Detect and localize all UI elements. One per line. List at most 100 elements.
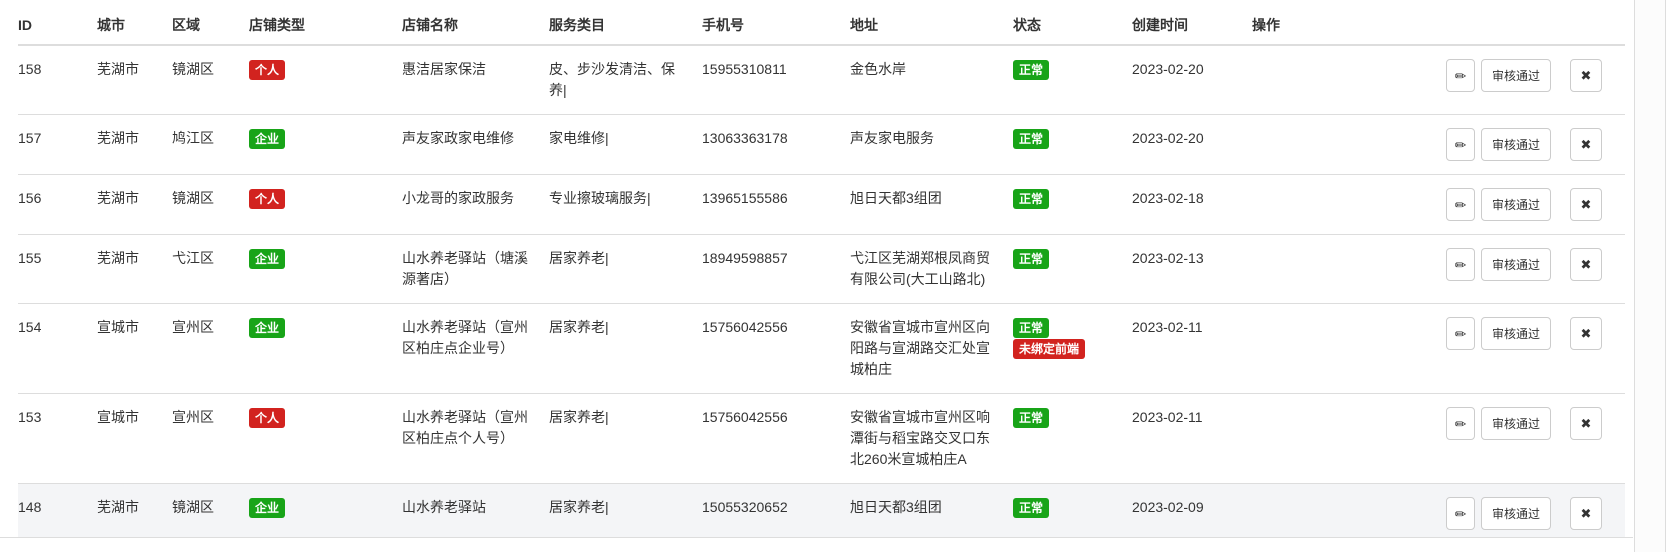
shop-type-badge: 企业 xyxy=(249,129,285,149)
cell-id: 155 xyxy=(18,235,97,304)
scrollbar-track[interactable] xyxy=(1634,0,1666,552)
cell-city: 宣城市 xyxy=(97,304,172,394)
cell-shop-type: 企业 xyxy=(249,484,402,539)
status-badge: 正常 xyxy=(1013,498,1049,518)
delete-button[interactable]: ✖ xyxy=(1570,407,1602,440)
delete-button[interactable]: ✖ xyxy=(1570,59,1602,92)
cell-shop-type: 企业 xyxy=(249,235,402,304)
cell-address: 安徽省宣城市宣州区响潭街与稻宝路交叉口东北260米宣城柏庄A xyxy=(850,394,1013,484)
cell-actions: ✏ 审核通过 ✖ xyxy=(1252,45,1625,115)
cell-shop-name: 山水养老驿站（宣州区柏庄点企业号） xyxy=(402,304,549,394)
col-header-shop-type: 店铺类型 xyxy=(249,0,402,45)
header-row: ID 城市 区域 店铺类型 店铺名称 服务类目 手机号 地址 状态 创建时间 操… xyxy=(18,0,1625,45)
status-badge: 正常 xyxy=(1013,129,1049,149)
approve-button[interactable]: 审核通过 xyxy=(1481,248,1551,281)
page: ID 城市 区域 店铺类型 店铺名称 服务类目 手机号 地址 状态 创建时间 操… xyxy=(0,0,1666,552)
cell-status: 正常未绑定前端 xyxy=(1013,304,1132,394)
cell-shop-name: 山水养老驿站 xyxy=(402,484,549,539)
edit-button[interactable]: ✏ xyxy=(1446,317,1475,350)
close-icon: ✖ xyxy=(1581,507,1592,520)
shop-type-badge: 企业 xyxy=(249,318,285,338)
pencil-icon: ✏ xyxy=(1455,327,1467,341)
col-header-service-category: 服务类目 xyxy=(549,0,702,45)
cell-status: 正常 xyxy=(1013,45,1132,115)
cell-shop-name: 惠洁居家保洁 xyxy=(402,45,549,115)
pencil-icon: ✏ xyxy=(1455,417,1467,431)
pencil-icon: ✏ xyxy=(1455,507,1467,521)
edit-button[interactable]: ✏ xyxy=(1446,188,1475,221)
cell-phone: 15055320652 xyxy=(702,484,850,539)
cell-service-category: 家电维修| xyxy=(549,115,702,175)
pencil-icon: ✏ xyxy=(1455,198,1467,212)
delete-button[interactable]: ✖ xyxy=(1570,317,1602,350)
approve-button[interactable]: 审核通过 xyxy=(1481,317,1551,350)
cell-actions: ✏ 审核通过 ✖ xyxy=(1252,115,1625,175)
cell-created: 2023-02-18 xyxy=(1132,175,1252,235)
cell-shop-name: 小龙哥的家政服务 xyxy=(402,175,549,235)
edit-button[interactable]: ✏ xyxy=(1446,128,1475,161)
edit-button[interactable]: ✏ xyxy=(1446,497,1475,530)
shop-type-badge: 企业 xyxy=(249,249,285,269)
cell-id: 158 xyxy=(18,45,97,115)
delete-button[interactable]: ✖ xyxy=(1570,497,1602,530)
col-header-status: 状态 xyxy=(1013,0,1132,45)
cell-shop-type: 个人 xyxy=(249,45,402,115)
col-header-city: 城市 xyxy=(97,0,172,45)
cell-service-category: 居家养老| xyxy=(549,235,702,304)
close-icon: ✖ xyxy=(1581,69,1592,82)
edit-button[interactable]: ✏ xyxy=(1446,248,1475,281)
cell-created: 2023-02-09 xyxy=(1132,484,1252,539)
table-row: 155 芜湖市 弋江区 企业 山水养老驿站（塘溪源著店） 居家养老| 18949… xyxy=(18,235,1625,304)
cell-district: 宣州区 xyxy=(172,304,249,394)
cell-status: 正常 xyxy=(1013,484,1132,539)
table-row: 156 芜湖市 镜湖区 个人 小龙哥的家政服务 专业擦玻璃服务| 1396515… xyxy=(18,175,1625,235)
cell-status: 正常 xyxy=(1013,175,1132,235)
cell-id: 153 xyxy=(18,394,97,484)
cell-phone: 15756042556 xyxy=(702,304,850,394)
edit-button[interactable]: ✏ xyxy=(1446,407,1475,440)
approve-button[interactable]: 审核通过 xyxy=(1481,188,1551,221)
table-row: 148 芜湖市 镜湖区 企业 山水养老驿站 居家养老| 15055320652 … xyxy=(18,484,1625,539)
edit-button[interactable]: ✏ xyxy=(1446,59,1475,92)
close-icon: ✖ xyxy=(1581,327,1592,340)
cell-phone: 18949598857 xyxy=(702,235,850,304)
approve-button[interactable]: 审核通过 xyxy=(1481,497,1551,530)
cell-city: 芜湖市 xyxy=(97,115,172,175)
cell-district: 镜湖区 xyxy=(172,175,249,235)
cell-shop-type: 个人 xyxy=(249,175,402,235)
status-badge: 正常 xyxy=(1013,60,1049,80)
cell-city: 芜湖市 xyxy=(97,484,172,539)
shop-type-badge: 个人 xyxy=(249,408,285,428)
cell-service-category: 居家养老| xyxy=(549,484,702,539)
cell-city: 芜湖市 xyxy=(97,175,172,235)
cell-created: 2023-02-20 xyxy=(1132,115,1252,175)
cell-service-category: 专业擦玻璃服务| xyxy=(549,175,702,235)
table-row: 154 宣城市 宣州区 企业 山水养老驿站（宣州区柏庄点企业号） 居家养老| 1… xyxy=(18,304,1625,394)
pencil-icon: ✏ xyxy=(1455,258,1467,272)
cell-city: 芜湖市 xyxy=(97,235,172,304)
cell-actions: ✏ 审核通过 ✖ xyxy=(1252,175,1625,235)
col-header-phone: 手机号 xyxy=(702,0,850,45)
table-row: 153 宣城市 宣州区 个人 山水养老驿站（宣州区柏庄点个人号） 居家养老| 1… xyxy=(18,394,1625,484)
cell-phone: 15756042556 xyxy=(702,394,850,484)
approve-button[interactable]: 审核通过 xyxy=(1481,407,1551,440)
shop-type-badge: 个人 xyxy=(249,189,285,209)
delete-button[interactable]: ✖ xyxy=(1570,188,1602,221)
approve-button[interactable]: 审核通过 xyxy=(1481,128,1551,161)
cell-city: 宣城市 xyxy=(97,394,172,484)
status-badge: 正常 xyxy=(1013,408,1049,428)
cell-id: 156 xyxy=(18,175,97,235)
cell-address: 弋江区芜湖郑根凤商贸有限公司(大工山路北) xyxy=(850,235,1013,304)
cell-address: 安徽省宣城市宣州区向阳路与宣湖路交汇处宣城柏庄 xyxy=(850,304,1013,394)
delete-button[interactable]: ✖ xyxy=(1570,128,1602,161)
cell-service-category: 居家养老| xyxy=(549,394,702,484)
close-icon: ✖ xyxy=(1581,138,1592,151)
approve-button[interactable]: 审核通过 xyxy=(1481,59,1551,92)
cell-district: 鸠江区 xyxy=(172,115,249,175)
cell-phone: 13965155586 xyxy=(702,175,850,235)
cell-service-category: 居家养老| xyxy=(549,304,702,394)
pencil-icon: ✏ xyxy=(1455,69,1467,83)
close-icon: ✖ xyxy=(1581,198,1592,211)
cell-shop-type: 企业 xyxy=(249,115,402,175)
delete-button[interactable]: ✖ xyxy=(1570,248,1602,281)
